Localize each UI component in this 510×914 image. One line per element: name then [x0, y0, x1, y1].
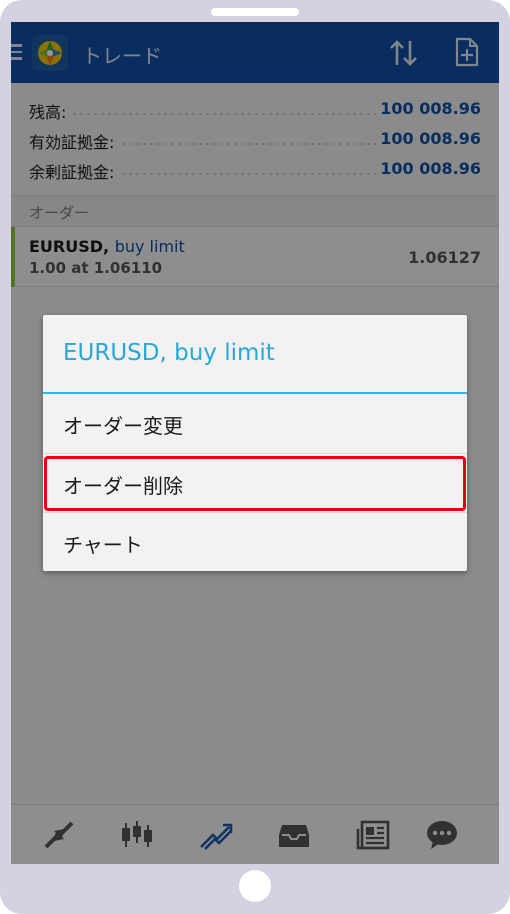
modify-order-item[interactable]: オーダー変更: [43, 394, 467, 452]
screen: トレード 残高: 100 008.96 有効証拠金: 100 008.96 余剰…: [11, 22, 499, 864]
order-context-dialog: EURUSD, buy limit オーダー変更 オーダー削除 チャート: [43, 315, 467, 571]
phone-speaker: [211, 8, 299, 16]
chart-label: チャート: [63, 533, 143, 557]
phone-frame: トレード 残高: 100 008.96 有効証拠金: 100 008.96 余剰…: [0, 0, 510, 914]
delete-order-label: オーダー削除: [63, 474, 183, 498]
delete-order-item[interactable]: オーダー削除: [43, 454, 467, 512]
chart-item[interactable]: チャート: [43, 513, 467, 571]
home-button[interactable]: [239, 870, 271, 902]
modify-order-label: オーダー変更: [63, 414, 183, 438]
dialog-title: EURUSD, buy limit: [63, 340, 275, 366]
